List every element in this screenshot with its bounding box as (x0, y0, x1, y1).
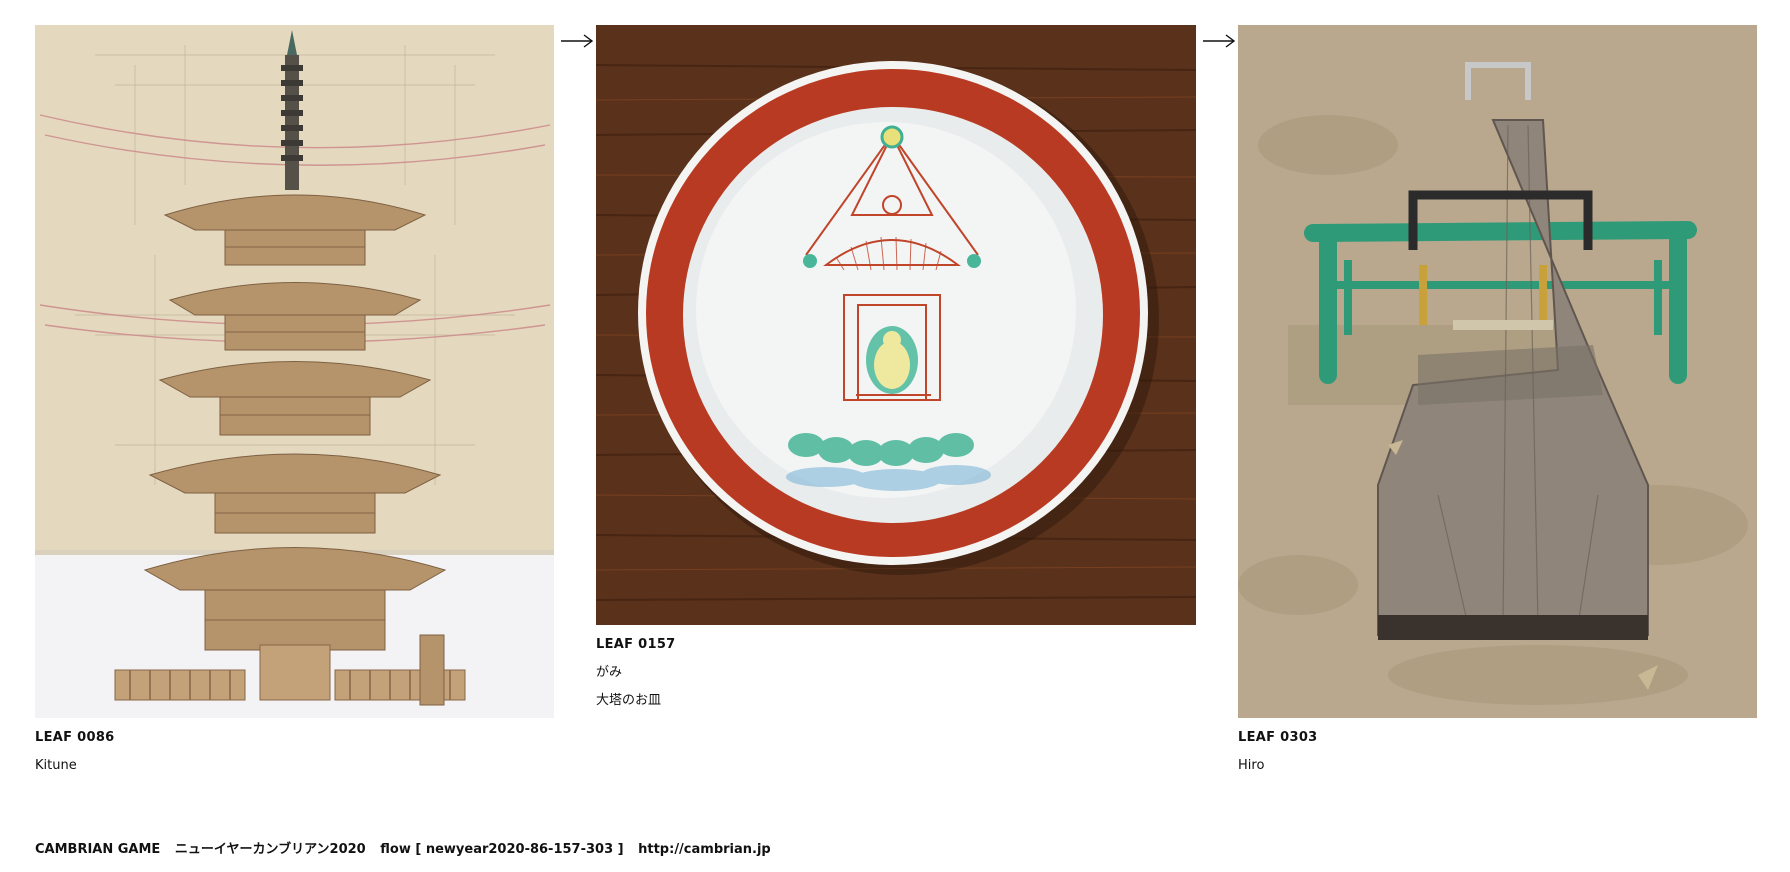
leaf-0303-id: LEAF 0303 (1238, 730, 1318, 745)
seesaw-image (1238, 25, 1757, 718)
leaf-0303-author[interactable]: Hiro (1238, 757, 1264, 775)
pagoda-model-image (35, 25, 554, 718)
leaf-0086-id: LEAF 0086 (35, 730, 115, 745)
leaf-0086-photo[interactable] (35, 25, 554, 718)
footer-event-name[interactable]: ニューイヤーカンブリアン2020 (175, 842, 366, 857)
right-arrow-icon (561, 34, 594, 48)
footer-flow-label: flow [ newyear2020-86-157-303 ] (380, 842, 624, 857)
leaf-0157-author[interactable]: がみ (596, 664, 622, 682)
leaf-0303-photo[interactable] (1238, 25, 1757, 718)
leaf-0086-author[interactable]: Kitune (35, 757, 77, 775)
painted-plate-image (596, 25, 1196, 625)
leaf-0157-photo[interactable] (596, 25, 1196, 625)
footer-url-link[interactable]: http://cambrian.jp (638, 842, 771, 857)
footer-game-name[interactable]: CAMBRIAN GAME (35, 842, 160, 857)
leaf-0157-id: LEAF 0157 (596, 637, 676, 652)
right-arrow-icon (1203, 34, 1236, 48)
footer: CAMBRIAN GAME ニューイヤーカンブリアン2020 flow [ ne… (35, 838, 771, 857)
leaf-0157-title: 大塔のお皿 (596, 693, 662, 708)
